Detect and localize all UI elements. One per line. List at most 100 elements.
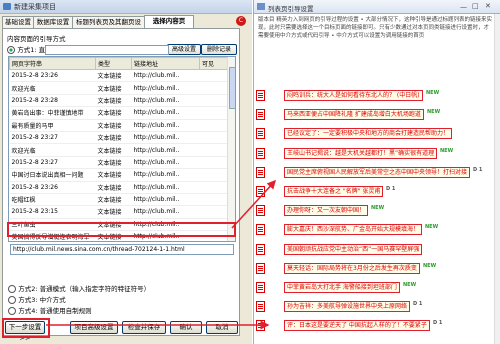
col-url-header[interactable]: 链接地址 xyxy=(131,57,200,70)
article-item[interactable]: 闷鸣训兵：统大人是如何看待东北人的？ (中日帆) NEW xyxy=(256,88,496,102)
pdf-icon xyxy=(256,301,265,313)
table-row[interactable]: 黄岩岛出事：中菲谨慎地带 文本链接 http://club.mil.. xyxy=(9,106,228,120)
new-badge: NEW xyxy=(425,224,439,231)
article-item[interactable]: 抗击战争十大连备之 "名牌" 张灵甫 D 1 xyxy=(256,184,496,198)
table-row[interactable]: 吃帽红枫 文本链接 http://club.mil.. xyxy=(9,193,228,207)
col-visible-header[interactable]: 可见 xyxy=(199,57,228,70)
pdf-icon xyxy=(256,205,265,217)
pdf-icon xyxy=(256,128,265,140)
table-row[interactable]: 中国讨日本说出真相一问题 文本链接 http://club.mil.. xyxy=(9,168,228,182)
table-row[interactable]: 欢迎光临 文本链接 http://club.mil.. xyxy=(9,81,228,95)
pdf-icon xyxy=(256,147,265,159)
tab-list-paging[interactable]: 标题列表页及其翻页设置 xyxy=(72,16,145,37)
article-item[interactable]: 评：日本这是要逆天了 中国抗起人样的了！不要紧子 D 1 xyxy=(256,318,496,332)
reply-count: D 1 xyxy=(386,186,396,192)
cell-text: 吃帽红枫 xyxy=(9,193,96,207)
article-item[interactable]: 孙为吉祥：多美航导弹设施世界中央上原网络 D 1 xyxy=(256,299,496,313)
cell-text: 欢迎光临 xyxy=(9,81,96,95)
cell-text: 2015-2-8 23:27 xyxy=(9,156,96,170)
mode3-label: 方式3: 中介方式 xyxy=(18,296,66,304)
cell-url: http://club.mil.. xyxy=(131,181,200,194)
cell-text: 黄岩岛出事：中菲谨慎地带 xyxy=(9,106,96,120)
table-row[interactable]: 欢迎光临 文本链接 http://club.mil.. xyxy=(9,143,228,157)
delete-record-button[interactable]: 删除记录 xyxy=(201,44,237,55)
article-item[interactable]: 膨大嘉庆！西沙深航势、广金岛开始大规模填海！ NEW xyxy=(256,222,496,236)
guide-panel: 列表页引导设置 — □ ✕ 版本目 精英力入到网页的引导过程的设置 • 大部分情… xyxy=(253,0,500,344)
article-item[interactable]: 已经议定了：一定要积极中央和地方的商会打建造民帮助力！ xyxy=(256,126,496,140)
article-item[interactable]: 莫天轻话：国际局势将在3月份之后发生再次质变 NEW xyxy=(256,261,496,275)
tab-basic[interactable]: 基础设置 xyxy=(2,16,34,28)
cell-url: http://club.mil.. xyxy=(131,119,200,132)
confirm-button[interactable]: 确认 xyxy=(170,321,202,334)
article-title[interactable]: 已经议定了：一定要积极中央和地方的商会打建造民帮助力！ xyxy=(284,128,453,140)
table-row[interactable]: 2015-2-8 23:27 文本链接 http://club.mil.. xyxy=(9,131,228,145)
pdf-icon xyxy=(256,262,265,274)
reply-count: D 1 xyxy=(433,320,443,327)
article-item[interactable]: 马来西亚便占中国降礼隆 扩建成岛增白大机场跑道 NEW xyxy=(256,107,496,121)
new-badge: NEW xyxy=(426,90,440,96)
cancel-button[interactable]: 取消 xyxy=(206,321,238,334)
article-title[interactable]: 国民党主席俯视国人民解放军后美常空之态中国中央领导！打扫对接 xyxy=(284,166,471,178)
article-title[interactable]: 中菲黄岩岛大打北手 海警船接到坦班部门 xyxy=(284,282,400,293)
grid-scrollbar[interactable] xyxy=(227,57,235,241)
article-item[interactable]: 美国朝顽抗战应党中主动治“西”一国马赛罕壁屏强 xyxy=(256,242,496,256)
cell-type: 文本链接 xyxy=(95,81,132,95)
mode2-radio[interactable] xyxy=(8,285,16,293)
article-title[interactable]: 闷鸣训兵：统大人是如何看待东北人的？ (中日帆) xyxy=(284,90,423,101)
article-item[interactable]: 国民党主席俯视国人民解放军后美常空之态中国中央领导！打扫对接 D 1 xyxy=(256,165,496,179)
article-item[interactable]: 办理你呀：又一次友朝中国！ NEW xyxy=(256,203,496,217)
article-title[interactable]: 膨大嘉庆！西沙深航势、广金岛开始大规模填海！ xyxy=(284,224,423,236)
cell-type: 文本链接 xyxy=(95,94,132,108)
cell-visible xyxy=(199,205,228,219)
table-row[interactable]: 2015-2-8 23:26 文本链接 http://club.mil.. xyxy=(9,181,228,194)
help-badge-icon[interactable]: C xyxy=(236,16,246,26)
mode4-option[interactable]: 方式4: 普通使用自制规则 xyxy=(8,305,92,315)
col-type-header[interactable]: 类型 xyxy=(95,57,132,70)
address-input[interactable] xyxy=(45,45,169,55)
article-title[interactable]: 办理你呀：又一次友朝中国！ xyxy=(284,205,369,217)
table-row[interactable]: 2015-2-8 23:27 文本链接 http://club.mil.. xyxy=(9,156,228,170)
advanced-settings-button[interactable]: 高级设置 xyxy=(167,44,201,55)
cell-url: http://club.mil.. xyxy=(131,81,200,95)
mode1-radio[interactable] xyxy=(7,46,15,54)
article-title[interactable]: 孙为吉祥：多美航导弹设施世界中央上原网络 xyxy=(284,301,411,313)
table-row[interactable]: 2015-2-8 23:28 文本链接 http://club.mil.. xyxy=(9,94,228,108)
selected-row-highlight xyxy=(7,222,236,237)
mode4-radio[interactable] xyxy=(8,307,16,315)
cell-url: http://club.mil.. xyxy=(131,106,200,120)
cell-url: http://club.mil.. xyxy=(131,168,200,182)
guide-scrollbar[interactable] xyxy=(494,14,500,344)
article-title[interactable]: 莫天轻话：国际局势将在3月份之后发生再次质变 xyxy=(284,262,420,274)
table-row[interactable]: 2015-2-8 23:15 文本链接 http://club.mil.. xyxy=(9,205,228,219)
cell-type: 文本链接 xyxy=(95,131,132,145)
check-save-button[interactable]: 检查并保存 xyxy=(122,321,166,334)
scroll-thumb[interactable] xyxy=(229,67,235,109)
mode2-label: 方式2: 普通模式（输入指定字符的特征符号） xyxy=(18,285,151,293)
cell-visible xyxy=(199,143,228,157)
mode2-option[interactable]: 方式2: 普通模式（输入指定字符的特征符号） xyxy=(8,283,150,293)
article-title[interactable]: 马来西亚便占中国降礼隆 扩建成岛增白大机场跑道 xyxy=(284,109,424,121)
article-item[interactable]: 王岐山书记揭说：越是大机关越都打！黑”确实很有道理 NEW xyxy=(256,146,496,160)
tab-database[interactable]: 数据库设置 xyxy=(33,16,73,28)
article-title[interactable]: 王岐山书记揭说：越是大机关越都打！黑”确实很有道理 xyxy=(284,147,438,159)
url-field[interactable]: http://club.mil.news.sina.com.cn/thread-… xyxy=(10,244,234,255)
cell-text: 2015-2-8 23:28 xyxy=(9,94,96,108)
project-advanced-button[interactable]: 项目高级设置 xyxy=(70,321,118,334)
app-icon xyxy=(3,3,11,10)
cell-visible xyxy=(199,69,228,83)
table-row[interactable]: 2015-2-8 23:26 文本链接 http://club.mil.. xyxy=(9,69,228,83)
cell-type: 文本链接 xyxy=(95,205,132,219)
new-badge: NEW xyxy=(427,109,441,116)
article-item[interactable]: 中菲黄岩岛大打北手 海警船接到坦班部门 NEW xyxy=(256,280,496,294)
pdf-icon xyxy=(256,90,265,101)
article-title[interactable]: 评：日本这是要逆天了 中国抗起人样的了！不要紧子 xyxy=(284,320,430,332)
article-title[interactable]: 美国朝顽抗战应党中主动治“西”一国马赛罕壁屏强 xyxy=(284,243,423,255)
project-dialog: 新建采集项目 基础设置 数据库设置 标题列表页及其翻页设置 选择内容页 C 内容… xyxy=(0,0,252,344)
article-title[interactable]: 抗击战争十大连备之 "名牌" 张灵甫 xyxy=(284,186,384,197)
cell-url: http://club.mil.. xyxy=(131,156,200,170)
mode3-option[interactable]: 方式3: 中介方式 xyxy=(8,294,66,304)
col-text-header[interactable]: 网页字符串 xyxy=(9,57,96,70)
mode3-radio[interactable] xyxy=(8,296,16,304)
tab-select-content[interactable]: 选择内容页 xyxy=(144,15,194,28)
table-row[interactable]: 最有质量的马甲 文本链接 http://club.mil.. xyxy=(9,119,228,132)
